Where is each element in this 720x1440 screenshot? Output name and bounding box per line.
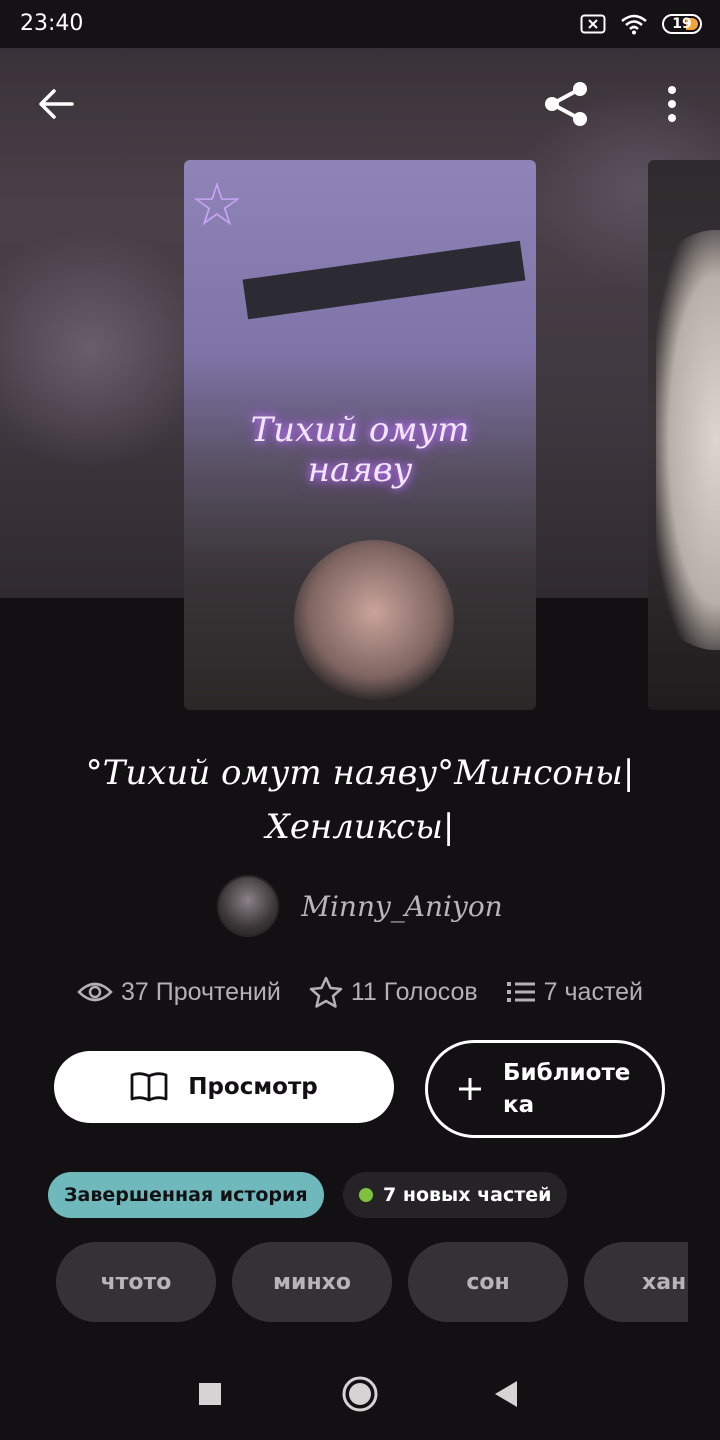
cover-title-line: Тихий омут	[250, 410, 470, 450]
next-story-cover[interactable]	[648, 160, 720, 710]
share-button[interactable]	[541, 78, 593, 130]
story-stats: 37 Прочтений 11 Голосов 7 частей	[0, 970, 720, 1014]
story-title: °Тихий омут наяву°Минсоны| Хенликсы|	[85, 753, 635, 847]
author-row[interactable]: Minny_Aniyon	[0, 875, 720, 937]
tag-chip[interactable]: сон	[408, 1242, 568, 1322]
stat-votes-label: 11 Голосов	[350, 977, 478, 1006]
author-name[interactable]: Minny_Aniyon	[301, 890, 502, 923]
more-options-button[interactable]	[646, 78, 698, 130]
star-icon	[309, 976, 343, 1008]
more-vert-icon	[668, 86, 676, 122]
story-cover[interactable]: ☆ Тихий омут наяву	[184, 160, 536, 710]
book-icon	[130, 1072, 168, 1102]
new-parts-label: 7 новых частей	[383, 1184, 552, 1206]
tag-chip[interactable]: хан	[584, 1242, 688, 1322]
status-time: 23:40	[20, 11, 84, 36]
add-to-library-button[interactable]: Библиотека	[425, 1040, 665, 1138]
list-icon	[506, 982, 535, 1002]
cover-art-bunny	[656, 230, 720, 650]
new-parts-badge: 7 новых частей	[343, 1172, 568, 1218]
back-button[interactable]	[30, 78, 82, 130]
cover-title-line: наяву	[307, 450, 413, 490]
back-arrow-icon	[39, 89, 74, 119]
cover-art-face	[294, 540, 454, 700]
tag-list: чтото минхо сон хан	[56, 1242, 688, 1322]
library-button-label: Библиотека	[503, 1060, 631, 1118]
avatar[interactable]	[217, 875, 280, 937]
read-button[interactable]: Просмотр	[54, 1051, 394, 1123]
new-indicator-dot	[359, 1188, 373, 1202]
wifi-icon	[621, 14, 647, 35]
circle-icon	[342, 1376, 378, 1412]
tag-chip[interactable]: минхо	[232, 1242, 392, 1322]
square-icon	[199, 1383, 221, 1405]
back-nav-button[interactable]	[484, 1372, 528, 1416]
recents-button[interactable]	[188, 1372, 232, 1416]
cover-title: Тихий омут наяву	[184, 410, 536, 490]
cover-art-stroke	[242, 240, 526, 320]
battery-level: 19	[672, 16, 692, 32]
tag-chip[interactable]: чтото	[56, 1242, 216, 1322]
star-decoration: ☆	[190, 170, 244, 240]
read-button-label: Просмотр	[188, 1074, 318, 1100]
stat-parts-label: 7 частей	[543, 977, 643, 1006]
stat-reads-label: 37 Прочтений	[120, 977, 281, 1006]
home-button[interactable]	[338, 1372, 382, 1416]
plus-icon	[459, 1078, 481, 1100]
status-bar: 23:40 19	[0, 0, 720, 48]
system-nav-bar	[0, 1346, 720, 1440]
triangle-back-icon	[495, 1381, 517, 1407]
eye-icon	[77, 982, 113, 1002]
battery-icon: 19	[662, 14, 702, 34]
status-badge: Завершенная история	[48, 1172, 324, 1218]
status-icons: 19	[580, 10, 702, 38]
no-sim-icon	[580, 14, 606, 34]
share-icon	[545, 82, 587, 126]
stat-reads: 37 Прочтений	[77, 978, 281, 1007]
stat-votes: 11 Голосов	[309, 976, 478, 1008]
stat-parts: 7 частей	[506, 978, 643, 1007]
